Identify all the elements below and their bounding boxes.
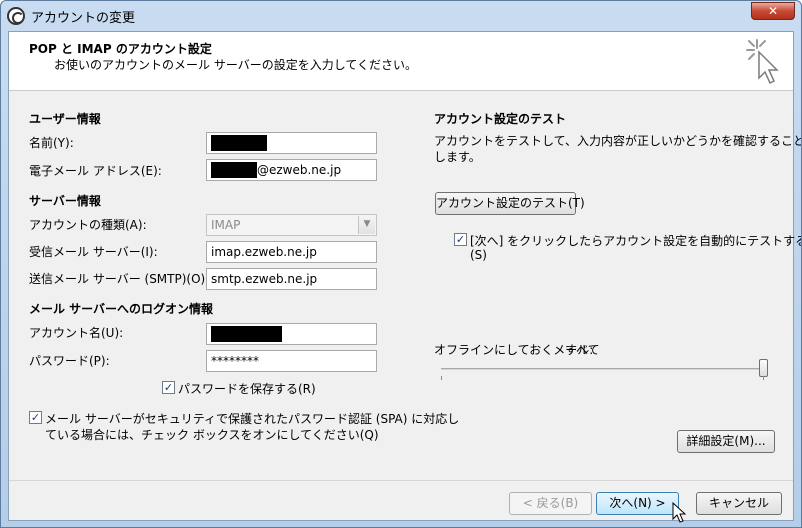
wizard-cursor-icon bbox=[746, 39, 779, 85]
dialog-client: POP と IMAP のアカウント設定 お使いのアカウントのメール サーバーの設… bbox=[8, 31, 801, 523]
offline-slider-track[interactable] bbox=[441, 368, 767, 370]
save-password-label[interactable]: パスワードを保存する(R) bbox=[178, 380, 316, 397]
window-title: アカウントの変更 bbox=[31, 11, 136, 26]
account-type-select: IMAP ▼ bbox=[206, 214, 377, 236]
email-input[interactable]: @ezweb.ne.jp bbox=[206, 159, 377, 181]
footer-divider bbox=[9, 480, 793, 481]
header-panel: POP と IMAP のアカウント設定 お使いのアカウントのメール サーバーの設… bbox=[9, 32, 793, 91]
auto-test-checkbox[interactable]: ✓ bbox=[454, 233, 467, 246]
name-input[interactable] bbox=[206, 132, 377, 154]
next-button[interactable]: 次へ(N) > bbox=[596, 492, 679, 515]
slider-tick bbox=[441, 376, 442, 380]
spa-label-line1[interactable]: メール サーバーがセキュリティで保護されたパスワード認証 (SPA) に対応し bbox=[45, 410, 459, 427]
cancel-button[interactable]: キャンセル bbox=[696, 492, 782, 515]
redacted-name bbox=[211, 135, 267, 151]
account-type-label: アカウントの種類(A): bbox=[29, 218, 147, 232]
server-info-heading: サーバー情報 bbox=[29, 194, 101, 208]
user-info-heading: ユーザー情報 bbox=[29, 112, 101, 126]
spa-checkbox[interactable]: ✓ bbox=[29, 411, 42, 424]
password-label: パスワード(P): bbox=[29, 354, 110, 368]
account-name-label: アカウント名(U): bbox=[29, 326, 124, 340]
outlook-app-icon bbox=[7, 7, 25, 25]
test-section-heading: アカウント設定のテスト bbox=[434, 112, 567, 126]
page-title: POP と IMAP のアカウント設定 bbox=[29, 42, 212, 56]
save-password-checkbox[interactable]: ✓ bbox=[162, 381, 175, 394]
incoming-server-label: 受信メール サーバー(I): bbox=[29, 245, 158, 259]
incoming-server-input[interactable]: imap.ezweb.ne.jp bbox=[206, 241, 377, 263]
offline-slider-thumb[interactable] bbox=[759, 359, 768, 377]
back-button[interactable]: < 戻る(B) bbox=[509, 492, 592, 515]
spa-label-line2[interactable]: ている場合には、チェック ボックスをオンにしてください(Q) bbox=[45, 426, 379, 443]
test-description-line1: アカウントをテストして、入力内容が正しいかどうかを確認することをお勧め bbox=[434, 134, 801, 148]
title-bar[interactable]: アカウントの変更 ✕ bbox=[1, 1, 801, 31]
mouse-cursor-icon bbox=[672, 502, 687, 523]
password-input[interactable]: ******** bbox=[206, 350, 377, 372]
test-account-button[interactable]: アカウント設定のテスト(T) bbox=[435, 192, 585, 215]
auto-test-label-line1[interactable]: [次へ] をクリックしたらアカウント設定を自動的にテストする bbox=[470, 232, 801, 249]
outgoing-server-input[interactable]: smtp.ezweb.ne.jp bbox=[206, 268, 377, 290]
slider-tick bbox=[763, 376, 764, 380]
account-settings-window: アカウントの変更 ✕ POP と IMAP のアカウント設定 お使いのアカウント… bbox=[0, 0, 802, 528]
name-label: 名前(Y): bbox=[29, 136, 74, 150]
chevron-down-icon: ▼ bbox=[358, 216, 375, 234]
redacted-account-name bbox=[211, 326, 282, 342]
outgoing-server-label: 送信メール サーバー (SMTP)(O): bbox=[29, 272, 210, 286]
logon-info-heading: メール サーバーへのログオン情報 bbox=[29, 302, 214, 316]
advanced-settings-button[interactable]: 詳細設定(M)... bbox=[677, 430, 775, 453]
offline-mail-value: すべて bbox=[565, 343, 600, 357]
close-button[interactable]: ✕ bbox=[751, 2, 795, 20]
account-name-input[interactable] bbox=[206, 323, 377, 345]
redacted-email-user bbox=[211, 162, 257, 178]
test-description-line2: します。 bbox=[434, 150, 481, 164]
email-label: 電子メール アドレス(E): bbox=[29, 164, 162, 178]
page-subtitle: お使いのアカウントのメール サーバーの設定を入力してください。 bbox=[54, 58, 417, 72]
auto-test-label-line2[interactable]: (S) bbox=[470, 248, 487, 262]
